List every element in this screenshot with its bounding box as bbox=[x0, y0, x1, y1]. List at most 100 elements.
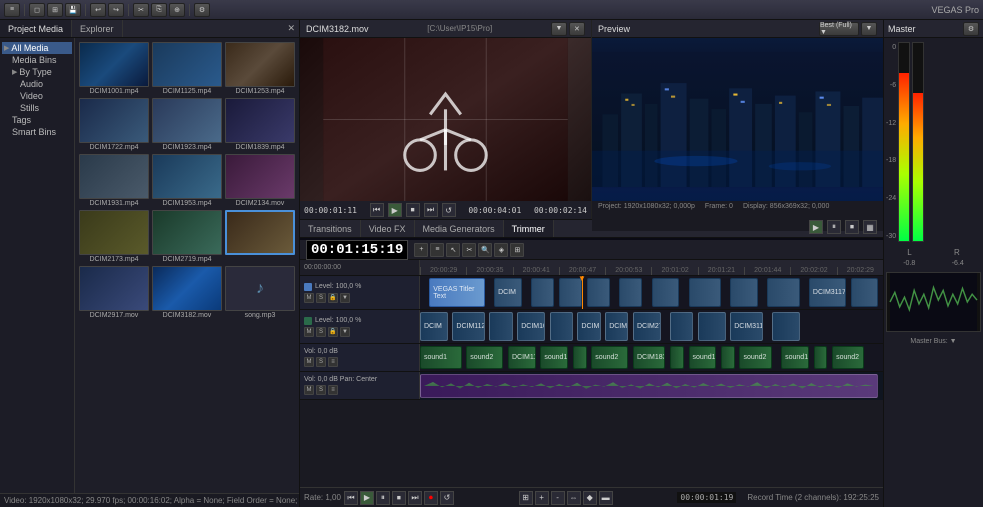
clip-video[interactable]: DCIM1082 bbox=[517, 312, 545, 341]
source-rewind-btn[interactable]: ⏮ bbox=[370, 203, 384, 217]
tree-item-by-type[interactable]: ▶ By Type bbox=[2, 66, 72, 78]
tl-btn-envelope[interactable]: ◈ bbox=[494, 243, 508, 257]
clip-video[interactable]: DCIM bbox=[577, 312, 600, 341]
track-solo-btn[interactable]: S bbox=[316, 327, 326, 337]
clip-video[interactable] bbox=[619, 278, 642, 307]
tl-pause-btn[interactable]: ⏸ bbox=[376, 491, 390, 505]
program-grid-btn[interactable]: ▦ bbox=[863, 220, 877, 234]
tree-item-smart-bins[interactable]: Smart Bins bbox=[2, 126, 72, 138]
tl-marker-btn[interactable]: ◆ bbox=[583, 491, 597, 505]
list-item[interactable]: DCIM1839.mp4 bbox=[225, 98, 295, 151]
preview-best-btn[interactable]: Best (Full) ▼ bbox=[819, 22, 859, 36]
source-forward-btn[interactable]: ⏭ bbox=[424, 203, 438, 217]
tl-stop-btn[interactable]: ⏹ bbox=[392, 491, 406, 505]
source-stop-btn[interactable]: ⏹ bbox=[406, 203, 420, 217]
clip-video[interactable]: DCIM3117 bbox=[730, 312, 762, 341]
clip-audio[interactable]: DCIM1125 bbox=[508, 346, 536, 369]
tl-record-btn[interactable]: ⏺ bbox=[424, 491, 438, 505]
clip-audio[interactable] bbox=[573, 346, 587, 369]
tl-btn-add-track[interactable]: + bbox=[414, 243, 428, 257]
menu-button[interactable]: ≡ bbox=[4, 3, 20, 17]
tab-media-generators[interactable]: Media Generators bbox=[415, 220, 504, 237]
clip-video[interactable] bbox=[489, 312, 512, 341]
source-loop-btn[interactable]: ↺ bbox=[442, 203, 456, 217]
tl-region-btn[interactable]: ▬ bbox=[599, 491, 613, 505]
tab-transitions[interactable]: Transitions bbox=[300, 220, 361, 237]
save-button[interactable]: 💾 bbox=[65, 3, 81, 17]
clip-video[interactable] bbox=[689, 278, 721, 307]
track-mute-btn[interactable]: M bbox=[304, 293, 314, 303]
program-play-btn[interactable]: ▶ bbox=[809, 220, 823, 234]
tab-video-fx[interactable]: Video FX bbox=[361, 220, 415, 237]
settings-button[interactable]: ⚙ bbox=[194, 3, 210, 17]
clip-video[interactable] bbox=[587, 278, 610, 307]
track-solo-btn[interactable]: S bbox=[316, 357, 326, 367]
source-close-btn[interactable]: ✕ bbox=[569, 22, 585, 36]
source-play-btn[interactable]: ▶ bbox=[388, 203, 402, 217]
track-solo-btn[interactable]: S bbox=[316, 385, 326, 395]
tree-item-stills[interactable]: Stills bbox=[2, 102, 72, 114]
tree-item-video[interactable]: Video bbox=[2, 90, 72, 102]
clip-video[interactable]: DCIM bbox=[494, 278, 522, 307]
clip-audio[interactable]: sound2 bbox=[591, 346, 628, 369]
tl-zoom-in-btn[interactable]: + bbox=[535, 491, 549, 505]
tab-explorer[interactable]: Explorer bbox=[72, 20, 123, 37]
clip-video[interactable] bbox=[550, 312, 573, 341]
list-item[interactable]: DCIM1001.mp4 bbox=[79, 42, 149, 95]
clip-video[interactable] bbox=[851, 278, 879, 307]
list-item[interactable]: DCIM1953.mp4 bbox=[152, 154, 222, 207]
panel-close-btn[interactable]: ✕ bbox=[283, 23, 299, 34]
clip-video[interactable]: DCIM3117 bbox=[809, 278, 846, 307]
list-item[interactable]: DCIM1125.mp4 bbox=[152, 42, 222, 95]
cut-button[interactable]: ✂ bbox=[133, 3, 149, 17]
track-lock-btn[interactable]: 🔒 bbox=[328, 293, 338, 303]
tl-btn-zoom[interactable]: 🔍 bbox=[478, 243, 492, 257]
open-button[interactable]: ⊞ bbox=[47, 3, 63, 17]
tl-btn-snap[interactable]: ⊞ bbox=[510, 243, 524, 257]
clip-video[interactable] bbox=[772, 312, 800, 341]
tab-project-media[interactable]: Project Media bbox=[0, 20, 72, 37]
tl-loop-btn[interactable]: ↺ bbox=[440, 491, 454, 505]
clip-video[interactable]: DCIM1125 bbox=[452, 312, 484, 341]
track-collapse-btn[interactable]: ▼ bbox=[340, 327, 350, 337]
preview-options-btn[interactable]: ▼ bbox=[861, 22, 877, 36]
tl-btn-select[interactable]: ↖ bbox=[446, 243, 460, 257]
paste-button[interactable]: ⊕ bbox=[169, 3, 185, 17]
clip-video[interactable] bbox=[652, 278, 680, 307]
list-item[interactable]: DCIM3182.mov bbox=[152, 266, 222, 319]
program-stop-btn[interactable]: ⏹ bbox=[845, 220, 859, 234]
clip-audio[interactable] bbox=[814, 346, 828, 369]
tl-zoom-out-btn[interactable]: - bbox=[551, 491, 565, 505]
program-pause-btn[interactable]: ⏸ bbox=[827, 220, 841, 234]
clip-audio[interactable]: sound1 bbox=[420, 346, 462, 369]
list-item[interactable]: DCIM1722.mp4 bbox=[79, 98, 149, 151]
clip-audio[interactable]: sound2 bbox=[832, 346, 864, 369]
list-item[interactable]: DCIM2917.mov bbox=[79, 266, 149, 319]
meter-options-btn[interactable]: ⚙ bbox=[963, 22, 979, 36]
tree-item-tags[interactable]: Tags bbox=[2, 114, 72, 126]
undo-button[interactable]: ↩ bbox=[90, 3, 106, 17]
tl-btn-options[interactable]: ≡ bbox=[430, 243, 444, 257]
list-item[interactable]: DCIM1931.mp4 bbox=[79, 154, 149, 207]
tree-item-all-media[interactable]: ▶ All Media bbox=[2, 42, 72, 54]
clip-audio[interactable]: sound1 bbox=[781, 346, 809, 369]
clip-video[interactable] bbox=[698, 312, 726, 341]
clip-video[interactable] bbox=[767, 278, 799, 307]
list-item[interactable]: ♪ song.mp3 bbox=[225, 266, 295, 319]
redo-button[interactable]: ↪ bbox=[108, 3, 124, 17]
clip-audio[interactable] bbox=[670, 346, 684, 369]
clip-audio[interactable]: sound1 bbox=[540, 346, 568, 369]
copy-button[interactable]: ⎘ bbox=[151, 3, 167, 17]
clip-video[interactable]: DCIM bbox=[420, 312, 448, 341]
list-item[interactable]: DCIM1253.mp4 bbox=[225, 42, 295, 95]
list-item[interactable]: DCIM1923.mp4 bbox=[152, 98, 222, 151]
clip-audio[interactable] bbox=[721, 346, 735, 369]
tl-btn-cut[interactable]: ✂ bbox=[462, 243, 476, 257]
clip-video[interactable] bbox=[670, 312, 693, 341]
clip-video[interactable]: DCIM bbox=[605, 312, 628, 341]
track-mute-btn[interactable]: M bbox=[304, 357, 314, 367]
list-item[interactable]: DCIM2134.mov bbox=[225, 154, 295, 207]
clip-audio[interactable]: sound2 bbox=[739, 346, 771, 369]
tl-play-btn[interactable]: ▶ bbox=[360, 491, 374, 505]
track-solo-btn[interactable]: S bbox=[316, 293, 326, 303]
